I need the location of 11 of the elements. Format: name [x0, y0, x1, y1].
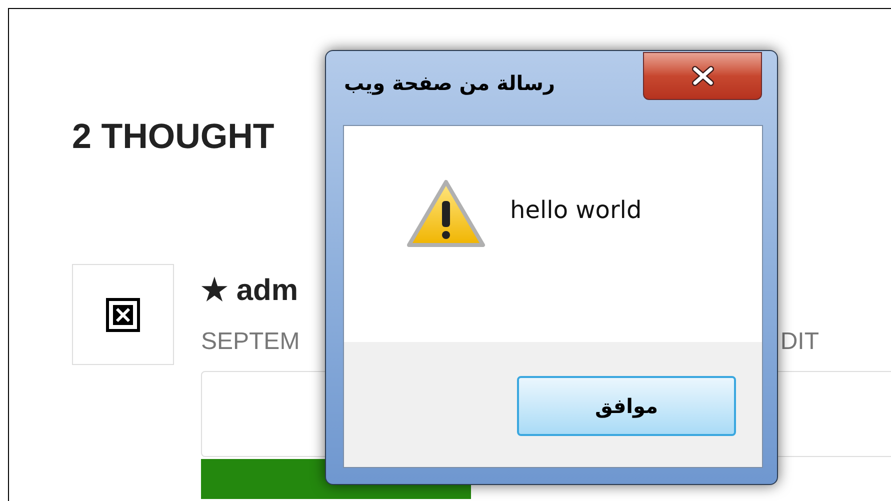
comment-date: SEPTEM	[201, 330, 300, 354]
dialog-title: رسالة من صفحة ويب	[344, 73, 555, 93]
comments-heading: 2 THOUGHT	[72, 119, 274, 154]
warning-icon	[406, 179, 486, 249]
close-button[interactable]	[643, 52, 762, 100]
edit-link[interactable]: DIT	[780, 330, 819, 354]
broken-image-icon	[106, 298, 140, 332]
ok-button[interactable]: موافق	[517, 376, 736, 436]
close-icon	[690, 66, 716, 86]
comment-author: ★ adm	[201, 276, 298, 306]
dialog-message: hello world	[510, 195, 642, 226]
